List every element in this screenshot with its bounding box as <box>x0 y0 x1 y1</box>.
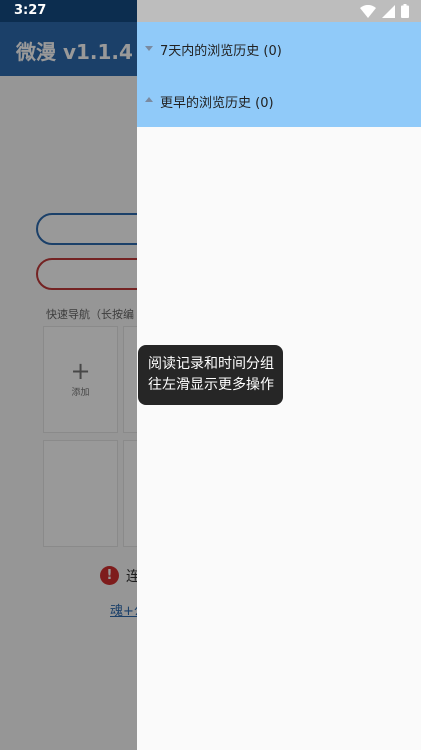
drawer-header: 7天内的浏览历史 (0) 更早的浏览历史 (0) <box>137 22 421 127</box>
signal-icon <box>382 4 395 18</box>
collapse-triangle-icon <box>145 46 153 51</box>
hint-tooltip: 阅读记录和时间分组 往左滑显示更多操作 <box>138 345 283 405</box>
tooltip-line: 往左滑显示更多操作 <box>148 377 274 393</box>
history-group-label: 7天内的浏览历史 (0) <box>160 44 282 59</box>
history-group-label: 更早的浏览历史 (0) <box>160 96 274 111</box>
history-group-recent[interactable]: 7天内的浏览历史 (0) <box>137 22 421 74</box>
history-group-earlier[interactable]: 更早的浏览历史 (0) <box>137 74 421 126</box>
battery-icon <box>401 4 409 18</box>
status-time: 3:27 <box>14 3 47 18</box>
wifi-icon <box>360 4 376 18</box>
status-bar: 3:27 <box>0 0 421 22</box>
tooltip-line: 阅读记录和时间分组 <box>148 356 274 372</box>
status-icons <box>360 4 409 18</box>
expand-triangle-icon <box>145 97 153 102</box>
